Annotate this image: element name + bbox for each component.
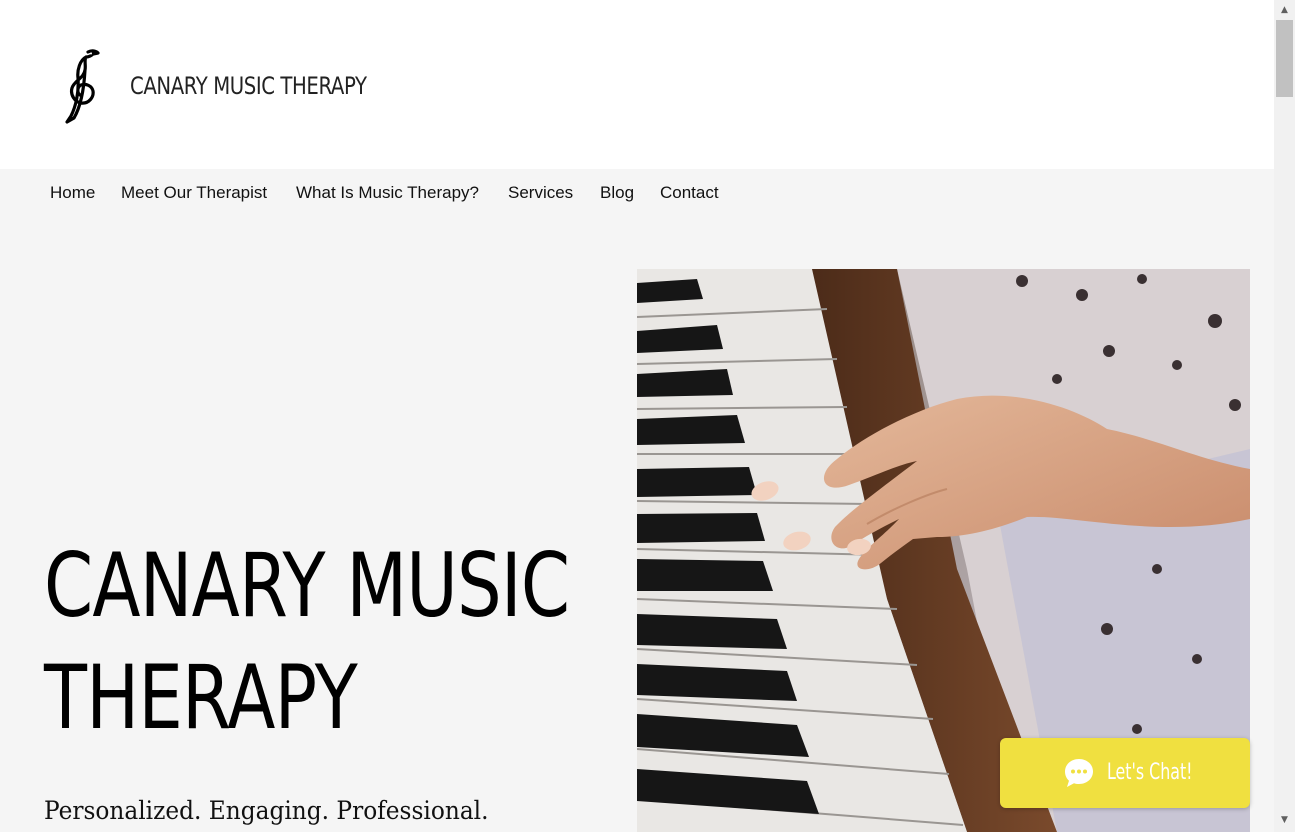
- hero-title: CANARY MUSIC THERAPY: [44, 530, 570, 754]
- site-header: CANARY MUSIC THERAPY: [0, 0, 1274, 169]
- site-title[interactable]: CANARY MUSIC THERAPY: [130, 72, 367, 100]
- vertical-scrollbar[interactable]: ▲ ▼: [1274, 0, 1295, 832]
- hero-tagline: Personalized. Engaging. Professional.: [44, 796, 489, 825]
- hero-title-line-1: CANARY MUSIC: [44, 534, 570, 637]
- treble-clef-bird-logo[interactable]: [58, 48, 104, 124]
- hero-title-line-2: THERAPY: [44, 646, 358, 749]
- scrollbar-thumb[interactable]: [1276, 20, 1293, 97]
- main-nav: Home Meet Our Therapist What Is Music Th…: [0, 169, 1274, 221]
- chat-bubble-icon: [1065, 759, 1093, 787]
- nav-item-services[interactable]: Services: [508, 183, 573, 203]
- chat-label: Let's Chat!: [1107, 760, 1193, 785]
- nav-item-meet-our-therapist[interactable]: Meet Our Therapist: [121, 183, 267, 203]
- nav-item-blog[interactable]: Blog: [600, 183, 634, 203]
- lets-chat-button[interactable]: Let's Chat!: [1000, 738, 1250, 808]
- page: CANARY MUSIC THERAPY Home Meet Our Thera…: [0, 0, 1274, 832]
- nav-item-what-is-music-therapy[interactable]: What Is Music Therapy?: [296, 183, 479, 203]
- nav-item-contact[interactable]: Contact: [660, 183, 719, 203]
- scroll-down-arrow-icon[interactable]: ▼: [1274, 812, 1295, 829]
- scroll-up-arrow-icon[interactable]: ▲: [1274, 2, 1295, 19]
- nav-item-home[interactable]: Home: [50, 183, 95, 203]
